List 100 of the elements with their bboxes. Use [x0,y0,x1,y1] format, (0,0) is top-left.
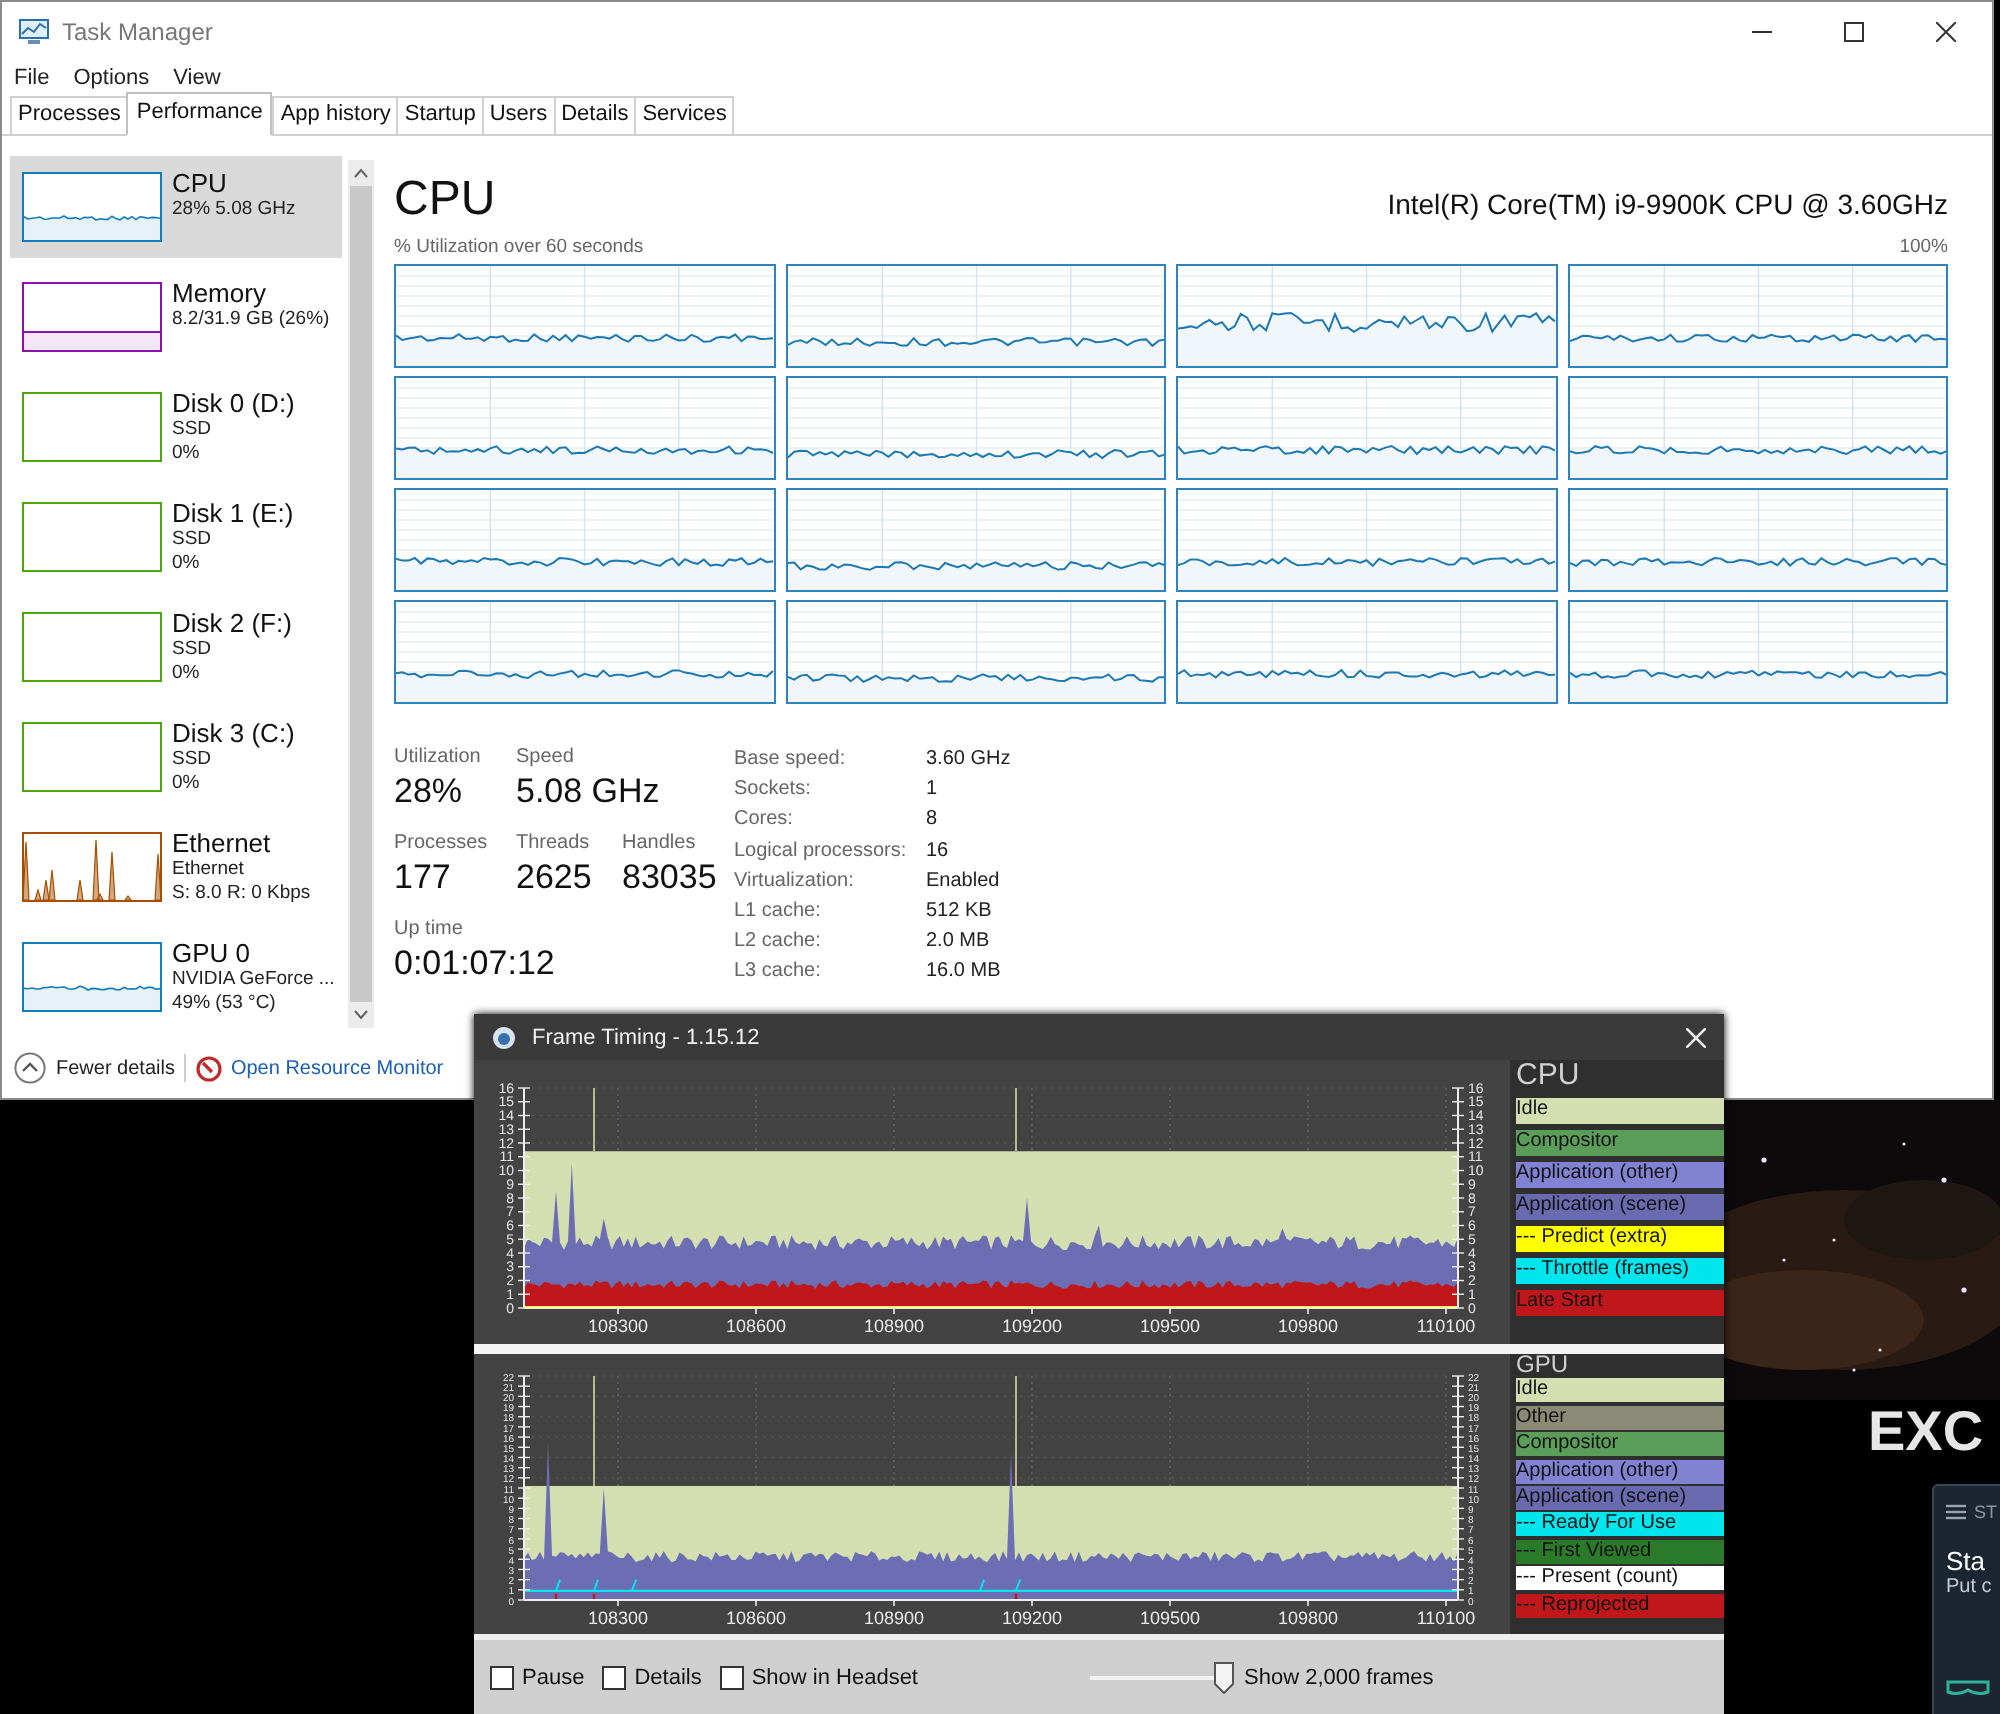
stat-label: Threads [516,830,592,856]
sidebar-item-detail: 49% (53 °C) [172,992,278,1016]
sidebar-item-title: CPU [172,168,229,198]
sidebar-item[interactable]: Disk 2 (F:) SSD 0% [10,596,342,706]
axis-label: 108900 [863,1608,925,1628]
spec-value: 16.0 MB [926,960,1003,983]
sidebar-item-detail: 8.2/31.9 GB (26%) [172,308,330,332]
spec-label: Logical processors: [734,839,909,862]
sidebar-item[interactable]: Disk 1 (E:) SSD 0% [10,486,342,596]
axis-label: 108600 [725,1316,787,1336]
legend-entry: --- Present (count) [1516,1566,1724,1591]
scroll-down-icon[interactable] [354,1010,368,1020]
panel-title: CPU [394,172,496,228]
resource-monitor-link[interactable]: Open Resource Monitor [230,1057,444,1079]
tab[interactable]: Processes [10,96,127,134]
chevron-up-icon [14,1052,46,1084]
legend-entry: --- Throttle (frames) [1516,1258,1724,1284]
window-title: Frame Timing - 1.15.12 [532,1025,760,1049]
sidebar-item-title: Memory [172,278,268,308]
checkbox-label[interactable]: Show in Headset [751,1665,918,1689]
checkbox[interactable] [602,1665,627,1689]
window-title: Task Manager [62,18,213,46]
axis-label: 110100 [1416,1608,1476,1628]
cpu-model: Intel(R) Core(TM) i9-9900K CPU @ 3.60GHz [1387,188,1948,220]
legend-entry: Application (other) [1516,1162,1724,1188]
legend-entry: Idle [1516,1378,1724,1403]
sidebar-item-title: Disk 3 (C:) [172,718,295,748]
axis-label: 109200 [1001,1316,1063,1336]
axis-label: 108900 [863,1316,925,1336]
sidebar-item-detail: 0% [172,772,202,796]
axis-label: 108600 [725,1608,787,1628]
axis-label: 109200 [1001,1608,1063,1628]
sidebar-item-detail: 0% [172,442,202,466]
checkbox[interactable] [719,1665,744,1689]
sidebar-item[interactable]: GPU 0 NVIDIA GeForce ... 49% (53 °C) [10,926,342,1036]
tab[interactable]: Startup [396,96,482,134]
headline: EXC [1868,1400,1984,1464]
stat-label: Up time [394,916,465,942]
legend-entry: Application (scene) [1516,1194,1724,1220]
axis-label: 109800 [1277,1608,1339,1628]
sidebar-item-title: Disk 0 (D:) [172,388,295,418]
tab[interactable]: Performance [126,92,273,136]
sidebar-item-title: Disk 1 (E:) [172,498,294,528]
menu-item[interactable]: View [173,66,221,90]
scrollbar-thumb[interactable] [350,186,372,1002]
legend-entry: Compositor [1516,1130,1724,1156]
checkbox-label[interactable]: Pause [522,1665,585,1689]
sidebar-item-detail: 0% [172,552,202,576]
sidebar-item[interactable]: Ethernet Ethernet S: 8.0 R: 0 Kbps [10,816,342,926]
axis-label: 108300 [587,1608,649,1628]
close-icon[interactable] [1936,22,1956,42]
spec-label: Sockets: [734,778,813,801]
monitor-graph-icon [18,18,50,46]
spec-label: L1 cache: [734,900,823,923]
sidebar-item[interactable]: Disk 3 (C:) SSD 0% [10,706,342,816]
app-icon [492,1025,516,1049]
stat-label: Utilization [394,744,483,770]
slider-thumb[interactable] [1214,1661,1234,1693]
spec-label: Base speed: [734,748,848,771]
spec-value: 2.0 MB [926,930,992,953]
tab[interactable]: Details [553,96,635,134]
tab[interactable]: Users [481,96,554,134]
card-text: Put c [1946,1576,1994,1600]
menu-icon[interactable] [1946,1504,1966,1520]
sidebar-item[interactable]: Disk 0 (D:) SSD 0% [10,376,342,486]
sidebar-item[interactable]: CPU 28% 5.08 GHz [10,156,342,258]
graph-max-label: 100% [1899,236,1948,260]
spec-value: Enabled [926,869,1002,892]
gauge-icon [196,1055,223,1081]
menu-item[interactable]: Options [73,66,150,90]
checkbox[interactable] [490,1665,514,1689]
tab[interactable]: Services [634,96,735,134]
checkbox-label[interactable]: Details [634,1665,702,1689]
scrollbar[interactable] [348,160,374,1028]
card-title: Sta [1946,1546,1988,1576]
sidebar-item-detail: SSD [172,748,214,772]
sidebar-item-detail: 28% 5.08 GHz [172,198,296,222]
slider-label: Show 2,000 frames [1244,1665,1434,1689]
menu-item[interactable]: File [14,66,50,90]
tab[interactable]: App history [272,96,397,134]
maximize-icon[interactable] [1844,22,1864,42]
fewer-details-button[interactable]: Fewer details [14,1052,175,1084]
stat-value: 5.08 GHz [516,770,662,814]
spec-label: Cores: [734,808,795,831]
sidebar-item-detail: 0% [172,662,202,686]
stat-value: 0:01:07:12 [394,942,555,986]
stat-value: 2625 [516,856,594,900]
sidebar-item-title: Ethernet [172,828,273,858]
legend-entry: --- Ready For Use [1516,1512,1724,1537]
stat-label: Processes [394,830,490,856]
sidebar-item-detail: NVIDIA GeForce ... [172,968,335,992]
legend-heading: GPU [1516,1354,1571,1376]
spec-label: L2 cache: [734,930,823,953]
sidebar-item-title: Disk 2 (F:) [172,608,292,638]
graph-caption: % Utilization over 60 seconds [394,236,644,260]
legend-entry: Application (scene) [1516,1485,1724,1510]
scroll-up-icon[interactable] [354,168,368,178]
sidebar-item-detail: Ethernet [172,858,246,882]
sidebar-item[interactable]: Memory 8.2/31.9 GB (26%) [10,266,342,376]
card-label: ST [1974,1502,1998,1522]
